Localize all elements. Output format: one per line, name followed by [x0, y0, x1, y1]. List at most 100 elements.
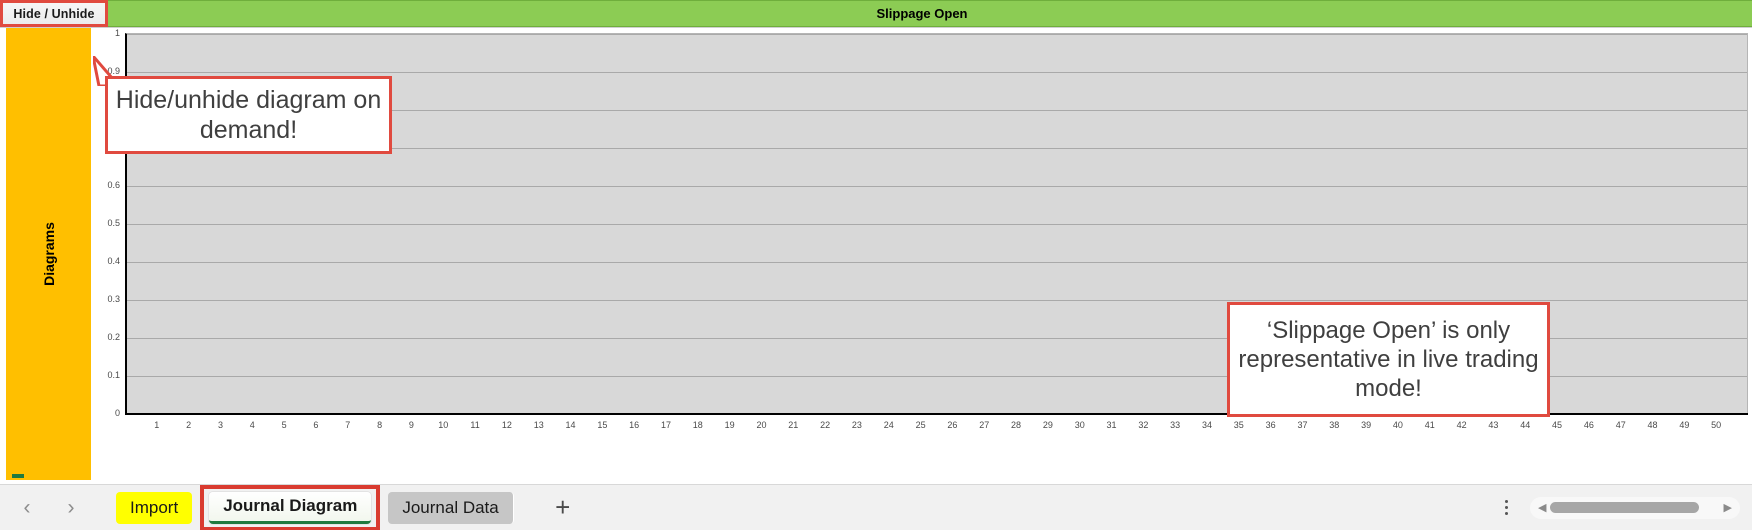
callout-hide-unhide: Hide/unhide diagram on demand!	[105, 76, 392, 154]
sheet-tab-journal-data[interactable]: Journal Data	[388, 491, 514, 524]
x-axis-tick-label: 39	[1361, 420, 1372, 430]
grid-line	[127, 72, 1747, 73]
diagrams-sidebar[interactable]: Diagrams	[6, 28, 91, 480]
x-axis-tick-label: 32	[1138, 420, 1149, 430]
x-axis-tick-label: 12	[501, 420, 512, 430]
x-axis-tick-label: 45	[1552, 420, 1563, 430]
x-axis-tick-label: 31	[1106, 420, 1117, 430]
y-axis-tick-label: 0.6	[107, 180, 120, 190]
x-axis-tick-label: 24	[883, 420, 894, 430]
horizontal-scrollbar[interactable]: ◀ ▶	[1530, 496, 1740, 519]
y-axis-tick-label: 0.5	[107, 218, 120, 228]
grid-line	[127, 300, 1747, 301]
x-axis-tick-label: 29	[1042, 420, 1053, 430]
x-axis-tick-label: 36	[1265, 420, 1276, 430]
x-axis-tick-label: 4	[249, 420, 255, 430]
diagram-title-bar: Slippage Open	[108, 0, 1752, 27]
y-axis-tick-label: 0.2	[107, 332, 120, 342]
scrollbar-track[interactable]	[1550, 502, 1719, 513]
x-axis-tick-label: 48	[1647, 420, 1658, 430]
top-bar: Hide / Unhide Slippage Open	[0, 0, 1752, 27]
x-axis-tick-label: 41	[1424, 420, 1435, 430]
x-axis-tick-label: 33	[1170, 420, 1181, 430]
x-axis-tick-label: 34	[1201, 420, 1212, 430]
x-axis-tick-label: 28	[1011, 420, 1022, 430]
x-axis-tick-label: 11	[470, 420, 480, 430]
x-axis-tick-label: 38	[1329, 420, 1340, 430]
x-axis-tick-label: 8	[377, 420, 383, 430]
app-window: Hide / Unhide Slippage Open Diagrams 0 0.…	[0, 0, 1752, 530]
x-axis-tick-label: 26	[947, 420, 958, 430]
tab-bar-right-controls: ◀ ▶	[1497, 496, 1740, 519]
x-axis-tick-label: 20	[756, 420, 767, 430]
sheet-tab-bar: ‹ › Import Journal Diagram Journal Data …	[0, 484, 1752, 530]
hide-unhide-button[interactable]: Hide / Unhide	[2, 0, 106, 27]
x-axis-tick-label: 1	[154, 420, 160, 430]
callout-slippage-note: ‘Slippage Open’ is only representative i…	[1227, 302, 1550, 417]
x-axis-tick-label: 35	[1233, 420, 1244, 430]
sheet-tab-journal-data-label: Journal Data	[402, 497, 499, 517]
sheet-tab-import-label: Import	[130, 497, 179, 517]
x-axis-tick-label: 25	[915, 420, 926, 430]
y-axis-tick-label: 0.1	[107, 370, 120, 380]
x-axis-tick-label: 3	[217, 420, 223, 430]
hide-unhide-container: Hide / Unhide	[0, 0, 108, 27]
y-axis-tick-label: 0	[114, 408, 120, 418]
x-axis-tick-label: 13	[533, 420, 544, 430]
x-axis-tick-label: 19	[724, 420, 735, 430]
x-axis-tick-label: 42	[1456, 420, 1467, 430]
prev-sheet-button[interactable]: ‹	[14, 495, 40, 521]
add-sheet-button[interactable]: +	[548, 492, 578, 523]
x-axis-tick-label: 50	[1711, 420, 1722, 430]
callout-slippage-note-text: ‘Slippage Open’ is only representative i…	[1238, 316, 1539, 403]
x-axis-tick-label: 15	[597, 420, 608, 430]
y-axis-tick-label: 1	[114, 28, 120, 38]
scrollbar-thumb[interactable]	[1550, 502, 1700, 513]
grid-line	[127, 34, 1747, 35]
x-axis-tick-label: 37	[1297, 420, 1308, 430]
y-axis-tick-label: 0.3	[107, 294, 120, 304]
grid-line	[127, 262, 1747, 263]
x-axis-tick-label: 43	[1488, 420, 1499, 430]
diagram-title: Slippage Open	[876, 6, 968, 21]
more-options-icon[interactable]	[1497, 496, 1516, 519]
sheet-tab-journal-diagram[interactable]: Journal Diagram	[209, 491, 372, 524]
sheet-tabs: Import Journal Diagram Journal Data +	[116, 484, 578, 530]
hide-unhide-label: Hide / Unhide	[13, 6, 95, 21]
diagrams-sidebar-label: Diagrams	[40, 222, 57, 286]
sheet-tab-import[interactable]: Import	[116, 491, 193, 524]
y-axis-tick-label: 0.4	[107, 256, 120, 266]
x-axis-labels: 1 2 3 4 5 6 7 8 9 10 11 12 13 14 15 16 17 18 19 20 21 22 23 24 2…	[125, 418, 1748, 436]
x-axis-tick-label: 44	[1520, 420, 1531, 430]
sheet-tab-journal-diagram-label: Journal Diagram	[223, 496, 358, 515]
x-axis-tick-label: 17	[660, 420, 671, 430]
x-axis-tick-label: 18	[692, 420, 703, 430]
y-axis-tick-label: 0.9	[107, 66, 120, 76]
x-axis-tick-label: 14	[565, 420, 576, 430]
x-axis-tick-label: 9	[408, 420, 414, 430]
scroll-left-icon[interactable]: ◀	[1534, 501, 1550, 514]
sheet-nav-arrows: ‹ ›	[14, 495, 84, 521]
x-axis-tick-label: 7	[345, 420, 351, 430]
x-axis-tick-label: 10	[438, 420, 449, 430]
x-axis-tick-label: 22	[820, 420, 831, 430]
x-axis-tick-label: 23	[851, 420, 862, 430]
x-axis-tick-label: 27	[979, 420, 990, 430]
x-axis-tick-label: 46	[1583, 420, 1594, 430]
sheet-tab-journal-diagram-container: Journal Diagram	[200, 484, 381, 530]
x-axis-tick-label: 47	[1615, 420, 1626, 430]
x-axis-tick-label: 5	[281, 420, 287, 430]
grid-line	[127, 224, 1747, 225]
x-axis-tick-label: 16	[629, 420, 640, 430]
x-axis-tick-label: 30	[1074, 420, 1085, 430]
callout-hide-unhide-text: Hide/unhide diagram on demand!	[115, 85, 382, 145]
scroll-right-icon[interactable]: ▶	[1720, 501, 1736, 514]
x-axis-tick-label: 49	[1679, 420, 1690, 430]
diagram-body: Diagrams 00.10.20.30.40.50.60.70.80.91 1…	[0, 27, 1752, 485]
next-sheet-button[interactable]: ›	[58, 495, 84, 521]
x-axis-tick-label: 6	[313, 420, 319, 430]
x-axis-tick-label: 21	[788, 420, 799, 430]
x-axis-tick-label: 2	[186, 420, 192, 430]
x-axis-tick-label: 40	[1392, 420, 1403, 430]
sidebar-marker	[12, 474, 24, 478]
